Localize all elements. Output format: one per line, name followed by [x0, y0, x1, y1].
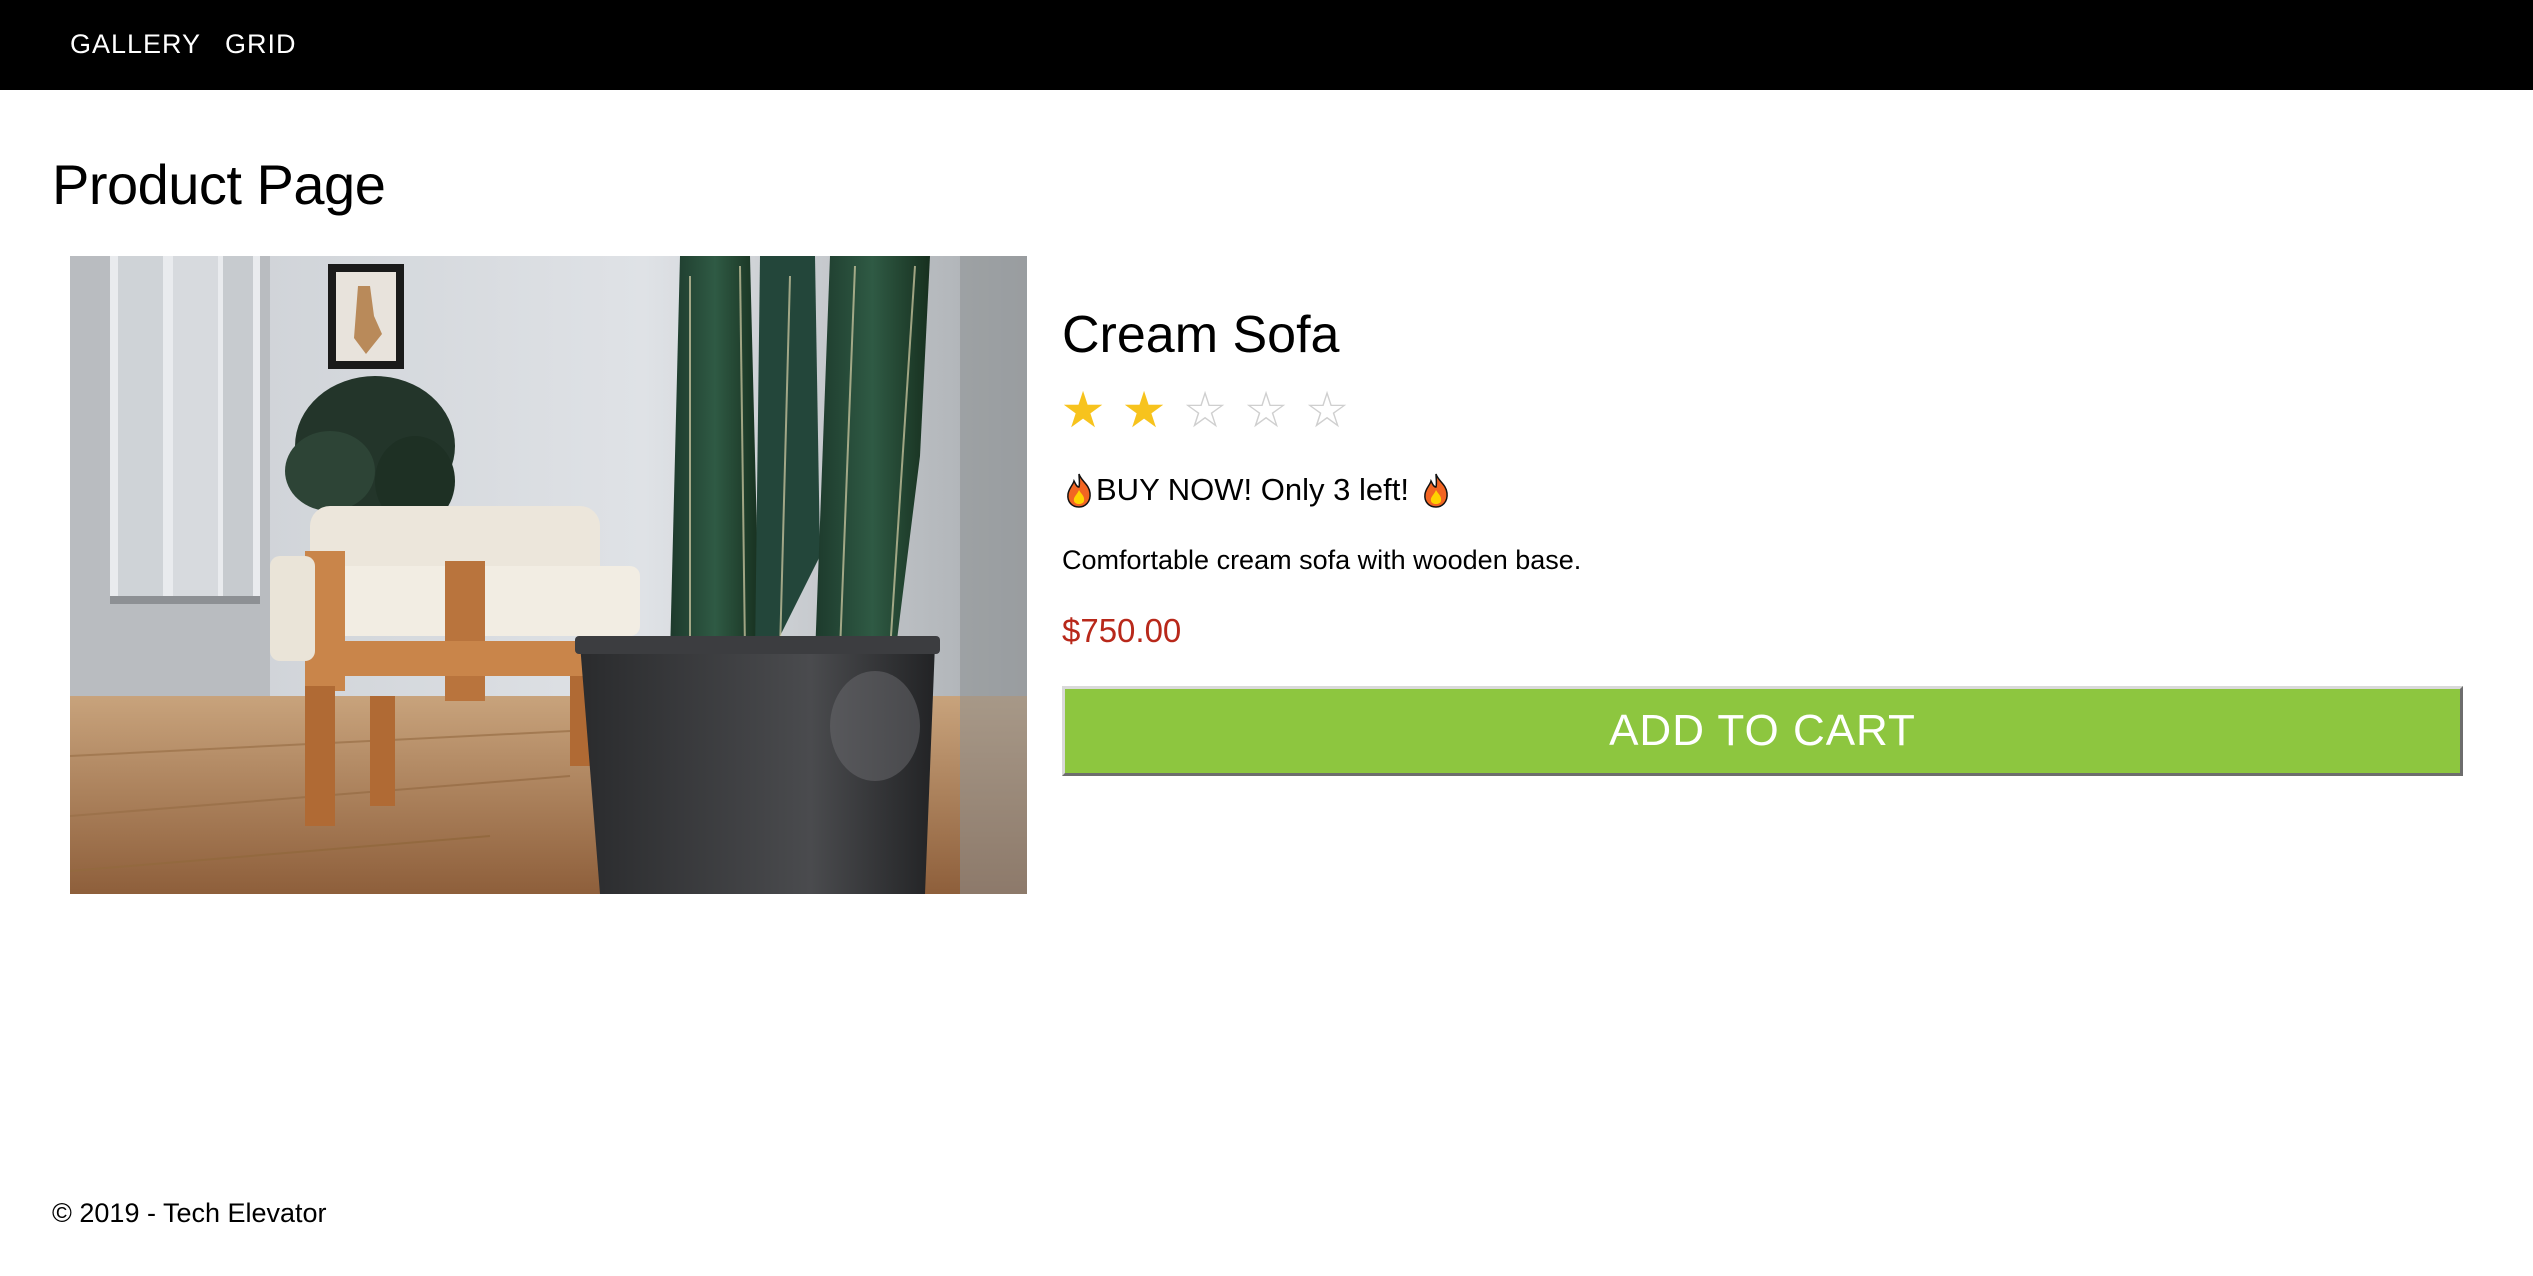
- fire-icon: [1067, 473, 1091, 508]
- star-empty-icon: ☆: [1243, 382, 1289, 438]
- urgency-text: BUY NOW! Only 3 left!: [1096, 472, 1409, 507]
- add-to-cart-button[interactable]: ADD TO CART: [1062, 686, 2463, 776]
- product-description: Comfortable cream sofa with wooden base.: [1062, 545, 1582, 575]
- footer-copyright: © 2019 - Tech Elevator: [52, 1198, 327, 1228]
- nav-grid-link[interactable]: GRID: [225, 29, 297, 60]
- star-filled-icon: ★: [1121, 382, 1167, 438]
- product-image: [70, 256, 1027, 894]
- star-filled-icon: ★: [1060, 382, 1106, 438]
- top-navigation: GALLERY GRID: [0, 0, 2533, 90]
- product-name: Cream Sofa: [1062, 306, 1340, 364]
- star-rating: ★ ★ ☆ ☆ ☆: [1060, 375, 1350, 445]
- nav-gallery-link[interactable]: GALLERY: [70, 29, 201, 60]
- urgency-message: BUY NOW! Only 3 left!: [1062, 472, 1453, 508]
- star-empty-icon: ☆: [1182, 382, 1228, 438]
- star-empty-icon: ☆: [1304, 382, 1350, 438]
- product-price: $750.00: [1062, 612, 1182, 649]
- fire-icon: [1424, 473, 1448, 508]
- page-title: Product Page: [52, 153, 386, 216]
